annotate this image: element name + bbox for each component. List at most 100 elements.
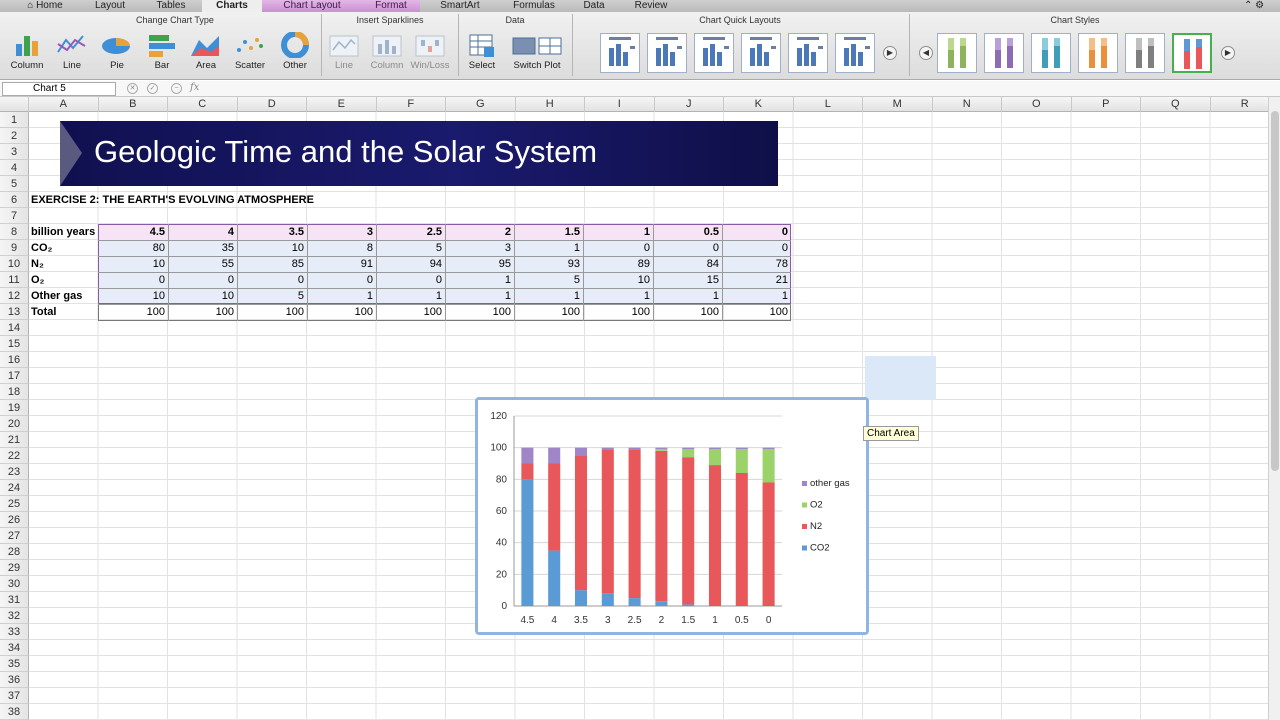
bar-segment[interactable] xyxy=(655,447,668,450)
row-header[interactable]: 18 xyxy=(0,384,29,400)
legend-label[interactable]: N2 xyxy=(810,521,822,532)
table-row-label[interactable]: Other gas xyxy=(31,288,98,304)
column-header[interactable]: K xyxy=(724,97,794,112)
column-header[interactable]: N xyxy=(933,97,1002,112)
chart-style-thumbnail[interactable] xyxy=(1078,33,1118,73)
row-header[interactable]: 17 xyxy=(0,368,29,384)
settings-gear-icon[interactable]: ⌃ ⚙ xyxy=(1232,0,1276,12)
bar-segment[interactable] xyxy=(601,447,614,450)
column-header[interactable]: F xyxy=(377,97,446,112)
column-header[interactable]: H xyxy=(516,97,585,112)
select-data-button[interactable]: Select xyxy=(460,32,504,78)
legend-label[interactable]: CO2 xyxy=(810,543,830,554)
column-header[interactable]: L xyxy=(794,97,863,112)
table-row-label[interactable]: N₂ xyxy=(31,256,98,272)
chart-style-thumbnail[interactable] xyxy=(1031,33,1071,73)
column-header[interactable]: G xyxy=(446,97,516,112)
quick-layout-thumbnail[interactable] xyxy=(694,33,734,73)
bar-segment[interactable] xyxy=(574,455,588,591)
row-header[interactable]: 37 xyxy=(0,688,29,704)
row-header[interactable]: 38 xyxy=(0,704,29,720)
prev-style-arrow-icon[interactable]: ◀ xyxy=(919,46,933,60)
row-header[interactable]: 23 xyxy=(0,464,29,480)
name-box[interactable]: Chart 5 xyxy=(2,82,116,96)
column-header[interactable]: P xyxy=(1072,97,1141,112)
row-header[interactable]: 20 xyxy=(0,416,29,432)
row-header[interactable]: 25 xyxy=(0,496,29,512)
tab-home[interactable]: ⌂ Home xyxy=(18,0,72,12)
next-layout-arrow-icon[interactable]: ▶ xyxy=(883,46,897,60)
bar-segment[interactable] xyxy=(548,550,561,606)
column-header[interactable]: D xyxy=(238,97,307,112)
bar-segment[interactable] xyxy=(735,447,748,450)
row-header[interactable]: 2 xyxy=(0,128,29,144)
quick-layout-thumbnail[interactable] xyxy=(788,33,828,73)
bar-segment[interactable] xyxy=(708,447,722,450)
bar-segment[interactable] xyxy=(628,447,641,450)
row-header[interactable]: 35 xyxy=(0,656,29,672)
row-header[interactable]: 32 xyxy=(0,608,29,624)
row-header[interactable]: 3 xyxy=(0,144,29,160)
bar-segment[interactable] xyxy=(735,473,748,606)
tab-format[interactable]: Format xyxy=(362,0,420,12)
sparkline-column-button[interactable]: Column xyxy=(365,32,409,78)
row-header[interactable]: 33 xyxy=(0,624,29,640)
chart-style-thumbnail[interactable] xyxy=(1125,33,1165,73)
column-header[interactable]: I xyxy=(585,97,655,112)
row-header[interactable]: 10 xyxy=(0,256,29,272)
bar-segment[interactable] xyxy=(628,449,641,599)
tab-data[interactable]: Data xyxy=(568,0,620,12)
tab-chart-layout[interactable]: Chart Layout xyxy=(262,0,362,12)
tab-tables[interactable]: Tables xyxy=(140,0,202,12)
quick-layout-thumbnail[interactable] xyxy=(647,33,687,73)
bar-segment[interactable] xyxy=(521,463,534,480)
bar-segment[interactable] xyxy=(548,463,561,551)
next-style-arrow-icon[interactable]: ▶ xyxy=(1221,46,1235,60)
row-header[interactable]: 26 xyxy=(0,512,29,528)
bar-segment[interactable] xyxy=(762,447,775,450)
tab-charts[interactable]: Charts xyxy=(202,0,262,12)
column-header[interactable]: A xyxy=(29,97,99,112)
bar-segment[interactable] xyxy=(601,449,614,594)
sparkline-line-button[interactable]: Line xyxy=(322,32,366,78)
row-header[interactable]: 1 xyxy=(0,112,29,128)
column-header[interactable]: E xyxy=(307,97,377,112)
switch-plot-button[interactable]: Switch Plot xyxy=(507,32,567,78)
quick-layout-thumbnail[interactable] xyxy=(835,33,875,73)
row-header[interactable]: 22 xyxy=(0,448,29,464)
bar-segment[interactable] xyxy=(548,447,561,464)
row-header[interactable]: 31 xyxy=(0,592,29,608)
cancel-icon[interactable]: ✕ xyxy=(127,83,138,94)
row-header[interactable]: 9 xyxy=(0,240,29,256)
row-header[interactable]: 8 xyxy=(0,224,29,240)
table-row-label[interactable]: O₂ xyxy=(31,272,98,288)
tab-formulas[interactable]: Formulas xyxy=(500,0,568,12)
chart-style-thumbnail[interactable] xyxy=(937,33,977,73)
table-header-label[interactable]: billion years xyxy=(31,224,98,240)
legend-label[interactable]: O2 xyxy=(810,500,823,511)
line-chart-button[interactable]: Line xyxy=(50,32,94,78)
bar-segment[interactable] xyxy=(708,465,722,606)
column-header[interactable]: J xyxy=(655,97,724,112)
other-chart-button[interactable]: Other xyxy=(273,32,317,78)
chart-style-thumbnail[interactable] xyxy=(1172,33,1212,73)
row-header[interactable]: 13 xyxy=(0,304,29,320)
quick-layout-thumbnail[interactable] xyxy=(600,33,640,73)
scrollbar-thumb[interactable] xyxy=(1271,111,1279,471)
bar-segment[interactable] xyxy=(762,482,775,607)
row-header[interactable]: 36 xyxy=(0,672,29,688)
exercise-title[interactable]: EXERCISE 2: THE EARTH'S EVOLVING ATMOSPH… xyxy=(31,192,314,208)
tab-smartart[interactable]: SmartArt xyxy=(420,0,500,12)
column-header[interactable]: Q xyxy=(1141,97,1211,112)
column-header[interactable]: O xyxy=(1002,97,1072,112)
column-chart-button[interactable]: Column xyxy=(5,32,49,78)
table-row-label[interactable]: CO₂ xyxy=(31,240,98,256)
row-header[interactable]: 4 xyxy=(0,160,29,176)
bar-segment[interactable] xyxy=(601,593,614,606)
bar-segment[interactable] xyxy=(574,447,588,456)
bar-segment[interactable] xyxy=(628,598,641,606)
area-chart-button[interactable]: Area xyxy=(184,32,228,78)
row-header[interactable]: 11 xyxy=(0,272,29,288)
row-header[interactable]: 6 xyxy=(0,192,29,208)
row-header[interactable]: 12 xyxy=(0,288,29,304)
